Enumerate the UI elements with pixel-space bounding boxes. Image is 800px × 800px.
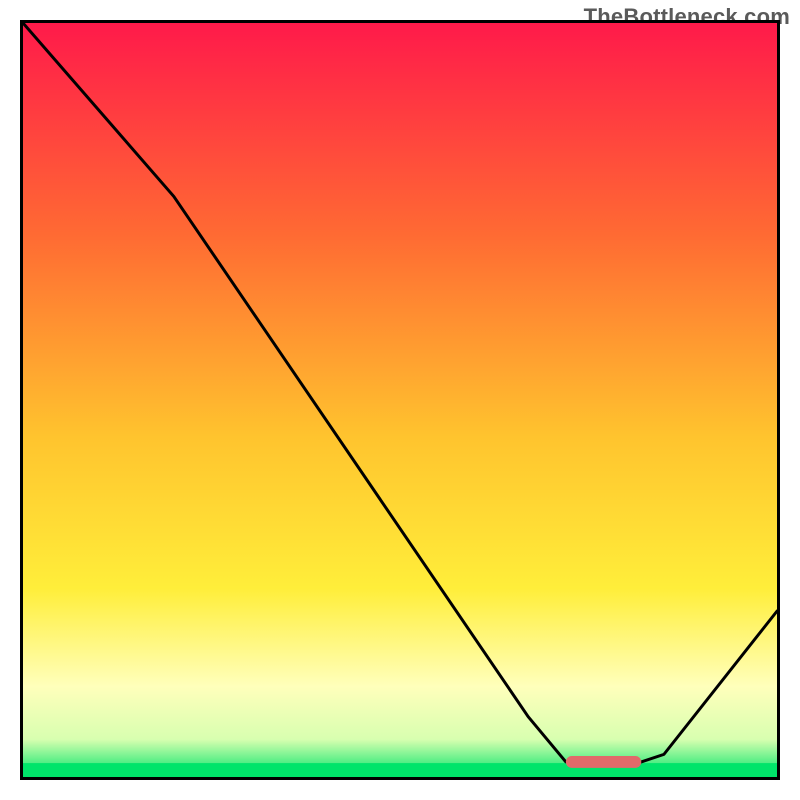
plot-svg: [23, 23, 777, 777]
plot-frame: [20, 20, 780, 780]
chart-stage: TheBottleneck.com: [0, 0, 800, 800]
optimal-marker: [566, 756, 641, 768]
gradient-background: [23, 23, 777, 777]
green-band: [23, 763, 777, 777]
